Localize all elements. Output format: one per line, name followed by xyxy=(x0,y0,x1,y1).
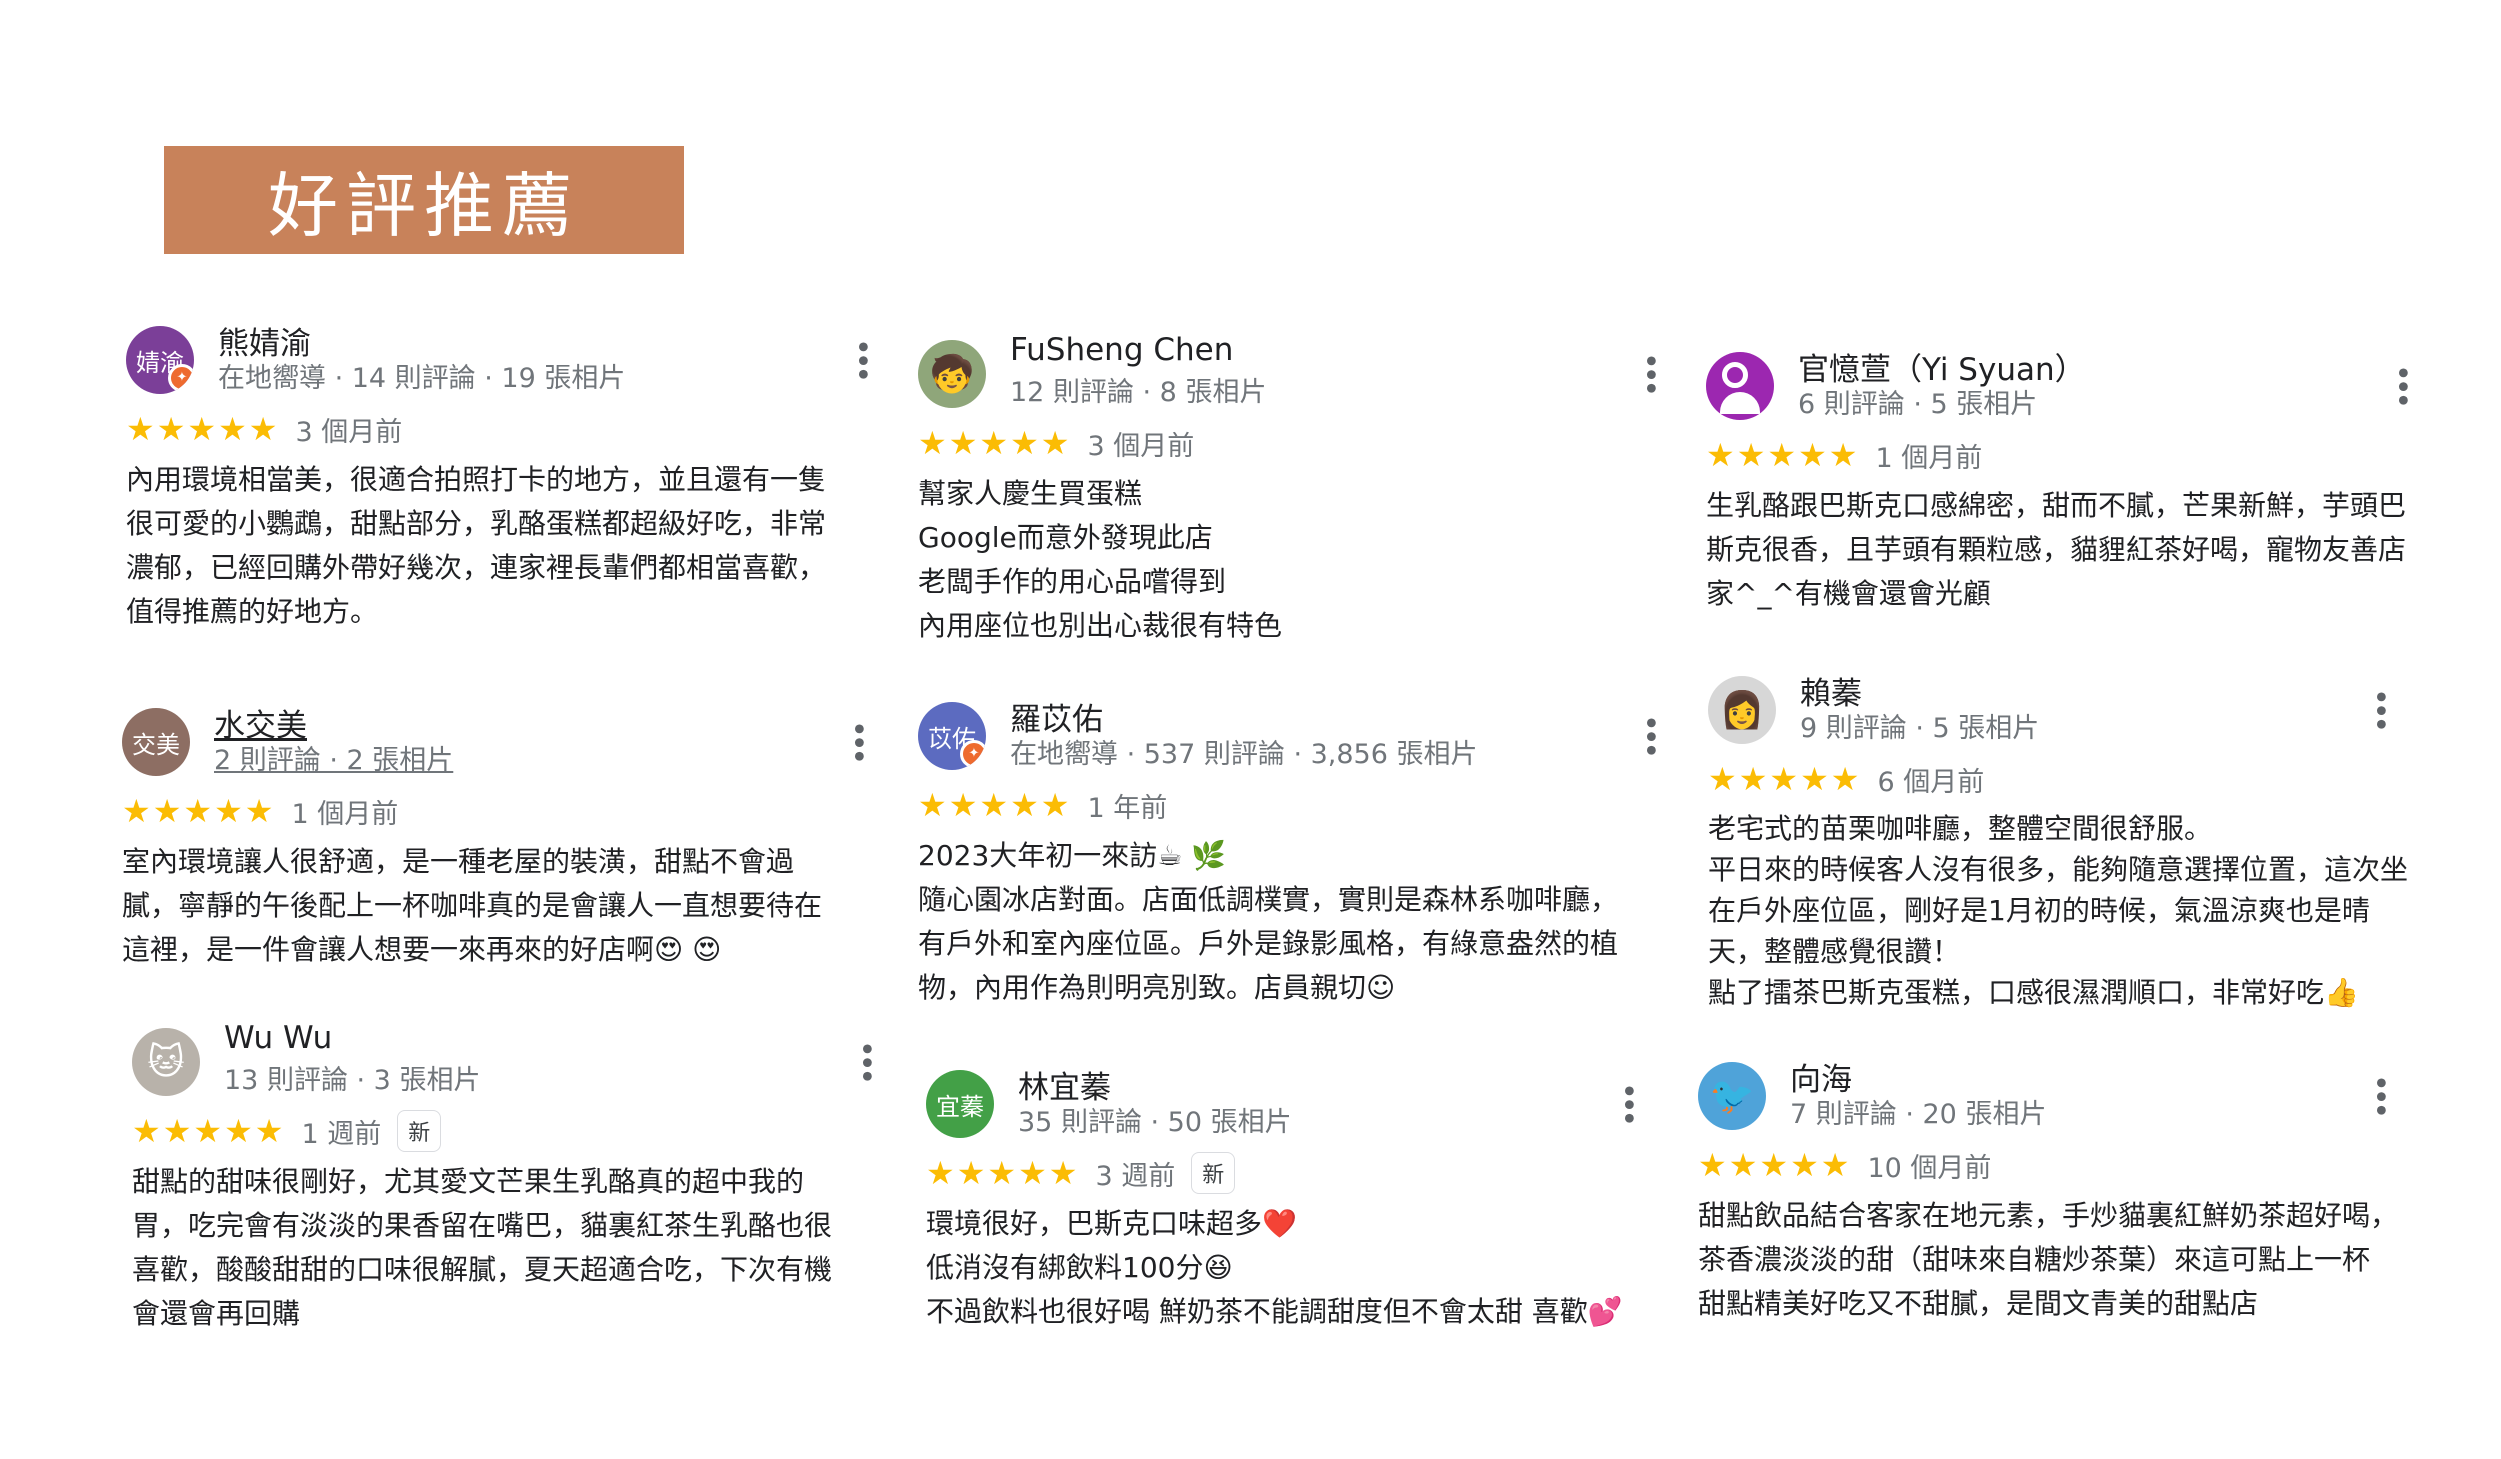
review-date: 3 個月前 xyxy=(295,416,403,448)
star-rating: ★★★★★ xyxy=(132,1112,286,1150)
review-card: 👩 賴蓁 9 則評論 · 5 張相片 ••• ★★★★★ 6 個月前 老宅式的苗… xyxy=(1708,668,2468,1013)
avatar[interactable]: 🐦 xyxy=(1698,1062,1766,1130)
reviewer-name[interactable]: FuSheng Chen xyxy=(1010,332,1233,368)
more-options-icon[interactable]: ••• xyxy=(2362,688,2397,729)
review-card: 🐦 向海 7 則評論 · 20 張相片 ••• ★★★★★ 10 個月前 甜點飲… xyxy=(1698,1054,2458,1326)
child-photo-icon: 🧒 xyxy=(929,354,975,395)
title-banner: 好評推薦 xyxy=(164,146,684,254)
review-date: 3 週前 xyxy=(1095,1160,1176,1192)
review-date: 10 個月前 xyxy=(1867,1152,1992,1184)
local-guide-badge-icon: ✦ xyxy=(168,364,194,392)
avatar[interactable]: 苡佑 ✦ xyxy=(918,702,986,770)
review-card: 交美 水交美 2 則評論 · 2 張相片 ••• ★★★★★ 1 個月前 室內環… xyxy=(122,700,882,972)
review-date: 1 個月前 xyxy=(291,798,399,830)
reviewer-meta[interactable]: 13 則評論 · 3 張相片 xyxy=(224,1058,480,1097)
more-options-icon[interactable]: ••• xyxy=(2362,1074,2397,1115)
review-date: 3 個月前 xyxy=(1087,430,1195,462)
local-guide-badge-icon: ✦ xyxy=(960,740,986,768)
review-text: 幫家人慶生買蛋糕 Google而意外發現此店 老闆手作的用心品嚐得到 內用座位也… xyxy=(918,477,1283,642)
reviewer-meta[interactable]: 12 則評論 · 8 張相片 xyxy=(1010,370,1266,409)
cat-photo-icon: 🐱 xyxy=(147,1041,185,1083)
bird-photo-icon: 🐦 xyxy=(1709,1076,1755,1117)
reviewer-meta[interactable]: 在地嚮導 · 14 則評論 · 19 張相片 xyxy=(218,356,625,395)
review-text: 生乳酪跟巴斯克口感綿密，甜而不膩，芒果新鮮，芋頭巴 斯克很香，且芋頭有顆粒感，貓… xyxy=(1706,489,2407,610)
star-rating: ★★★★★ xyxy=(122,792,276,830)
star-rating: ★★★★★ xyxy=(918,786,1072,824)
reviewer-meta[interactable]: 在地嚮導 · 537 則評論 · 3,856 張相片 xyxy=(1010,732,1478,771)
review-card: 官憶萱（Yi Syuan） 6 則評論 · 5 張相片 ••• ★★★★★ 1 … xyxy=(1706,344,2466,616)
new-badge: 新 xyxy=(397,1110,442,1152)
avatar[interactable]: 交美 xyxy=(122,708,190,776)
reviewer-meta[interactable]: 2 則評論 · 2 張相片 xyxy=(214,738,453,777)
avatar[interactable]: 🐱 xyxy=(132,1028,200,1096)
review-card: 🧒 FuSheng Chen 12 則評論 · 8 張相片 ••• ★★★★★ … xyxy=(918,332,1678,648)
review-card: 婧渝 ✦ 熊婧渝 在地嚮導 · 14 則評論 · 19 張相片 ••• ★★★★… xyxy=(126,318,886,634)
page-title: 好評推薦 xyxy=(268,164,580,247)
more-options-icon[interactable]: ••• xyxy=(844,338,879,379)
avatar[interactable] xyxy=(1706,352,1774,420)
person-photo-icon: 👩 xyxy=(1719,690,1765,731)
review-date: 1 週前 xyxy=(301,1118,382,1150)
review-text: 甜點的甜味很剛好，尤其愛文芒果生乳酪真的超中我的 胃，吃完會有淡淡的果香留在嘴巴… xyxy=(132,1165,833,1330)
review-card: 🐱 Wu Wu 13 則評論 · 3 張相片 ••• ★★★★★ 1 週前 新 … xyxy=(132,1020,892,1336)
reviewer-meta[interactable]: 7 則評論 · 20 張相片 xyxy=(1790,1092,2046,1131)
reviewer-meta[interactable]: 9 則評論 · 5 張相片 xyxy=(1800,706,2039,745)
review-text: 甜點飲品結合客家在地元素，手炒貓裏紅鮮奶茶超好喝， 茶香濃淡淡的甜（甜味來自糖炒… xyxy=(1698,1199,2399,1320)
review-card: 苡佑 ✦ 羅苡佑 在地嚮導 · 537 則評論 · 3,856 張相片 ••• … xyxy=(918,694,1678,1010)
reviewer-meta[interactable]: 35 則評論 · 50 張相片 xyxy=(1018,1100,1292,1139)
star-rating: ★★★★★ xyxy=(918,424,1072,462)
reviewer-name[interactable]: Wu Wu xyxy=(224,1020,332,1056)
person-icon xyxy=(1722,362,1748,388)
more-options-icon[interactable]: ••• xyxy=(1610,1082,1645,1123)
more-options-icon[interactable]: ••• xyxy=(1632,352,1667,393)
avatar[interactable]: 宜蓁 xyxy=(926,1070,994,1138)
star-rating: ★★★★★ xyxy=(926,1154,1080,1192)
avatar[interactable]: 婧渝 ✦ xyxy=(126,326,194,394)
review-date: 1 個月前 xyxy=(1875,442,1983,474)
review-text: 老宅式的苗栗咖啡廳，整體空間很舒服。 平日來的時候客人沒有很多，能夠隨意選擇位置… xyxy=(1708,812,2409,1009)
star-rating: ★★★★★ xyxy=(1708,760,1862,798)
more-options-icon[interactable]: ••• xyxy=(1632,714,1667,755)
more-options-icon[interactable]: ••• xyxy=(840,720,875,761)
avatar[interactable]: 👩 xyxy=(1708,676,1776,744)
new-badge: 新 xyxy=(1191,1152,1236,1194)
review-card: 宜蓁 林宜蓁 35 則評論 · 50 張相片 ••• ★★★★★ 3 週前 新 … xyxy=(926,1062,1686,1334)
avatar[interactable]: 🧒 xyxy=(918,340,986,408)
more-options-icon[interactable]: ••• xyxy=(848,1040,883,1081)
more-options-icon[interactable]: ••• xyxy=(2384,364,2419,405)
reviewer-meta[interactable]: 6 則評論 · 5 張相片 xyxy=(1798,382,2037,421)
star-rating: ★★★★★ xyxy=(1706,436,1860,474)
star-rating: ★★★★★ xyxy=(126,410,280,448)
review-text: 室內環境讓人很舒適，是一種老屋的裝潢，甜點不會過 膩，寧靜的午後配上一杯咖啡真的… xyxy=(122,845,823,966)
review-date: 6 個月前 xyxy=(1877,766,1985,798)
review-text: 環境很好，巴斯克口味超多❤️ 低消沒有綁飲料100分😆 不過飲料也很好喝 鮮奶茶… xyxy=(926,1207,1623,1328)
review-text: 內用環境相當美，很適合拍照打卡的地方，並且還有一隻 很可愛的小鸚鵡，甜點部分，乳… xyxy=(126,463,827,628)
star-rating: ★★★★★ xyxy=(1698,1146,1852,1184)
review-text: 2023大年初一來訪☕ 🌿 隨心園冰店對面。店面低調樸實，實則是森林系咖啡廳， … xyxy=(918,839,1619,1004)
review-date: 1 年前 xyxy=(1087,792,1168,824)
